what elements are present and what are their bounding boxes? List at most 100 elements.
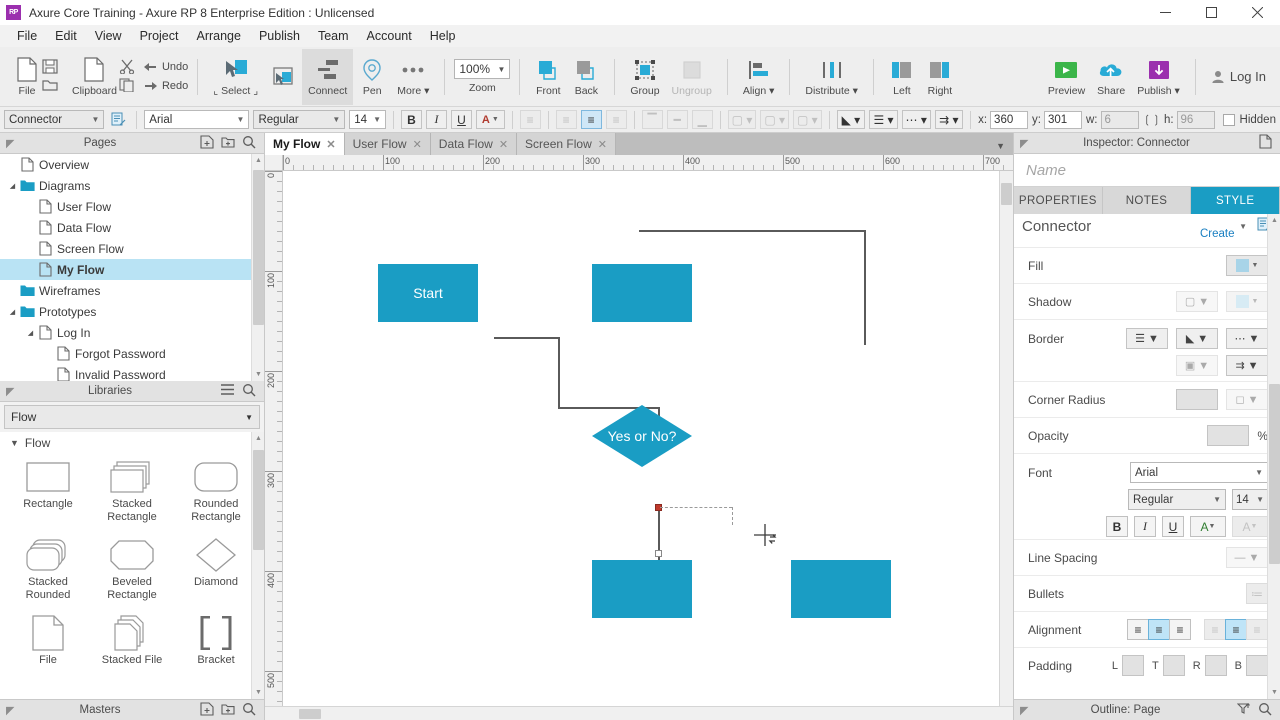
hidden-toggle[interactable]: Hidden	[1222, 113, 1276, 126]
connector-mid-handle[interactable]	[655, 550, 662, 557]
canvas-h-scroll-thumb[interactable]	[299, 709, 321, 719]
right-button[interactable]: Right	[921, 49, 959, 105]
list-bullet-button[interactable]: ≡	[519, 110, 541, 129]
canvas-horizontal-scrollbar[interactable]	[265, 706, 1013, 720]
menu-view[interactable]: View	[86, 25, 131, 47]
library-item[interactable]: File	[6, 610, 90, 675]
pages-scrollbar[interactable]: ▲ ▼	[251, 154, 264, 381]
preview-button[interactable]: Preview	[1042, 49, 1091, 105]
file-button[interactable]: File	[8, 49, 46, 105]
add-folder-icon[interactable]	[221, 135, 235, 152]
opacity-button[interactable]: ▢ ▾	[792, 110, 822, 129]
menu-arrange[interactable]: Arrange	[187, 25, 249, 47]
valign-middle-button[interactable]: ≡	[1225, 619, 1247, 640]
padding-top-input[interactable]	[1162, 655, 1185, 676]
library-item[interactable]: Stacked File	[90, 610, 174, 675]
valign-bottom-button[interactable]: ≡	[1246, 619, 1268, 640]
send-back-button[interactable]: Back	[567, 49, 605, 105]
tree-twisty-icon[interactable]: ◢	[6, 308, 19, 316]
page-tree-item[interactable]: ◢ Log In	[0, 322, 264, 343]
collapse-panel-icon[interactable]: ◤	[6, 137, 14, 150]
collapse-panel-icon[interactable]: ◤	[1020, 137, 1028, 150]
close-tab-icon[interactable]: ✕	[326, 138, 335, 151]
connector-segment[interactable]	[639, 230, 866, 232]
align-right-button[interactable]: ≡	[1169, 619, 1191, 640]
line-style-button[interactable]: ⋯ ▾	[901, 110, 931, 129]
flow-shape[interactable]	[592, 560, 692, 618]
scroll-up-arrow-icon[interactable]: ▲	[252, 154, 264, 167]
valign-bottom-button[interactable]: ▁	[691, 110, 713, 129]
width-field[interactable]: w:	[1086, 110, 1139, 129]
library-item[interactable]: Bracket	[174, 610, 258, 675]
design-canvas[interactable]: Start Yes or No?	[283, 171, 999, 706]
tree-twisty-icon[interactable]: ◢	[6, 182, 19, 190]
y-input[interactable]	[1044, 110, 1082, 129]
add-page-icon[interactable]	[200, 134, 214, 152]
padding-bottom-input[interactable]	[1246, 655, 1268, 676]
arrow-ends-button[interactable]: ⇉ ▼	[1226, 355, 1268, 376]
align-left-button[interactable]: ≡	[1127, 619, 1149, 640]
ungroup-button[interactable]: Ungroup	[666, 49, 718, 105]
flow-shape[interactable]: Start	[378, 264, 478, 322]
page-tree-item[interactable]: Wireframes	[0, 280, 264, 301]
w-input[interactable]	[1100, 110, 1139, 129]
x-coordinate-field[interactable]: x:	[978, 110, 1029, 129]
filter-icon[interactable]	[1236, 702, 1251, 719]
height-field[interactable]: ❲❳ h:	[1143, 110, 1215, 129]
pen-tool-button[interactable]: Pen	[353, 49, 391, 105]
tab-properties[interactable]: PROPERTIES	[1014, 187, 1103, 214]
menu-account[interactable]: Account	[358, 25, 421, 47]
line-spacing-select[interactable]: — ▼	[1226, 547, 1268, 568]
menu-publish[interactable]: Publish	[250, 25, 309, 47]
left-button[interactable]: Left	[883, 49, 921, 105]
select-marquee-button[interactable]	[264, 49, 302, 105]
bullets-button[interactable]: ≔	[1246, 583, 1268, 604]
pages-tree[interactable]: ▲ ▼ Overview ◢ Diagrams User Flow Data Flow S…	[0, 154, 264, 381]
border-width-button[interactable]: ☰ ▼	[1126, 328, 1168, 349]
canvas-tab[interactable]: User Flow ✕	[344, 133, 431, 155]
inspector-font-size-select[interactable]: 14 ▼	[1232, 489, 1268, 510]
close-tab-icon[interactable]: ✕	[499, 138, 508, 151]
corner-radius-input[interactable]	[1176, 389, 1218, 410]
create-style-link[interactable]: Create	[1200, 228, 1235, 238]
scroll-down-arrow-icon[interactable]: ▼	[1268, 686, 1280, 699]
connector-segment[interactable]	[494, 337, 560, 339]
font-size-select[interactable]: 14 ▼	[349, 110, 386, 129]
scroll-up-arrow-icon[interactable]: ▲	[252, 432, 264, 445]
canvas-tab[interactable]: Data Flow ✕	[430, 133, 518, 155]
page-tree-item[interactable]: User Flow	[0, 196, 264, 217]
undo-button[interactable]: Undo	[143, 58, 188, 76]
add-folder-icon[interactable]	[221, 702, 235, 719]
minimize-button[interactable]	[1142, 0, 1188, 25]
close-tab-icon[interactable]: ✕	[598, 138, 607, 151]
inspector-text-shadow-button[interactable]: A ▼	[1232, 516, 1268, 537]
menu-project[interactable]: Project	[131, 25, 188, 47]
library-item[interactable]: Rounded Rectangle	[174, 454, 258, 532]
fill-color-button[interactable]: ▢ ▾	[727, 110, 757, 129]
inspector-font-family-select[interactable]: Arial ▼	[1130, 462, 1268, 483]
flow-shape[interactable]	[791, 560, 891, 618]
align-right-button[interactable]: ≡	[605, 110, 627, 129]
distribute-button[interactable]: Distribute ▾	[799, 49, 864, 105]
login-button[interactable]: Log In	[1201, 47, 1276, 106]
widget-name-input[interactable]: Name	[1014, 154, 1280, 187]
more-tools-button[interactable]: More ▾	[391, 49, 435, 105]
pages-scroll-thumb[interactable]	[253, 170, 264, 325]
search-icon[interactable]	[242, 383, 256, 400]
flow-shape[interactable]	[592, 264, 692, 322]
h-input[interactable]	[1176, 110, 1215, 129]
collapse-panel-icon[interactable]: ◤	[6, 385, 14, 398]
menu-file[interactable]: File	[8, 25, 46, 47]
border-style-button[interactable]: ⋯ ▼	[1226, 328, 1268, 349]
page-icon[interactable]	[1259, 134, 1272, 152]
lock-ratio-icon[interactable]: ❲❳	[1143, 113, 1161, 126]
x-input[interactable]	[990, 110, 1029, 129]
library-scrollbar[interactable]: ▲ ▼	[251, 432, 264, 699]
close-button[interactable]	[1234, 0, 1280, 25]
redo-button[interactable]: Redo	[143, 77, 188, 95]
y-coordinate-field[interactable]: y:	[1032, 110, 1082, 129]
library-item[interactable]: Beveled Rectangle	[90, 532, 174, 610]
scroll-down-arrow-icon[interactable]: ▼	[252, 686, 264, 699]
tab-style[interactable]: STYLE	[1191, 187, 1280, 214]
tab-overflow-chevron-icon[interactable]: ▼	[996, 141, 1005, 151]
